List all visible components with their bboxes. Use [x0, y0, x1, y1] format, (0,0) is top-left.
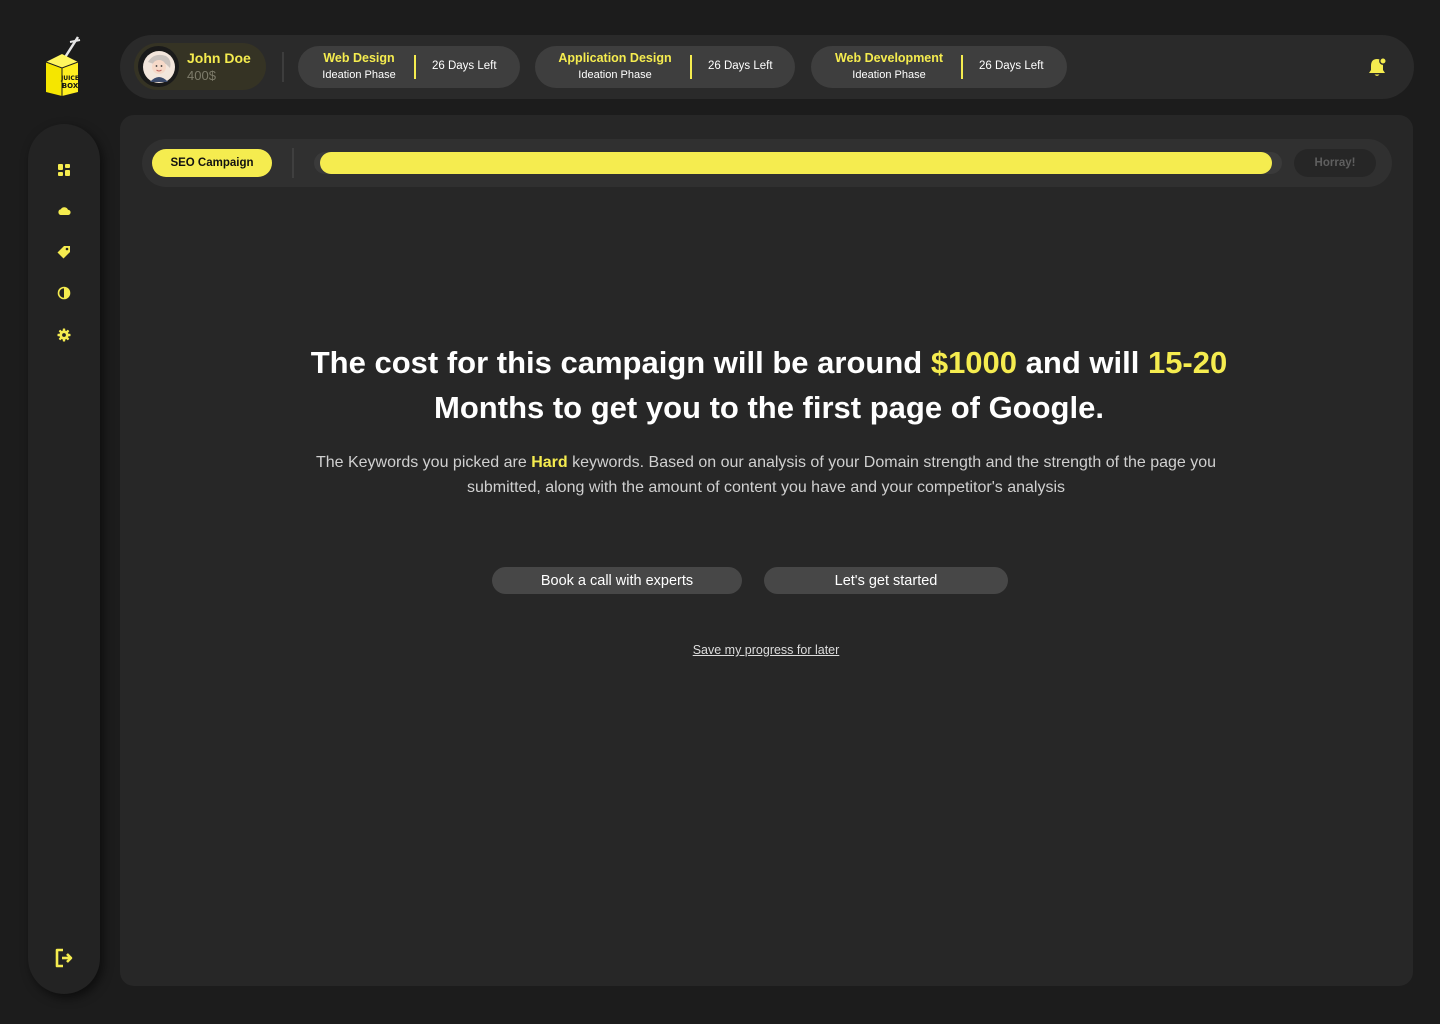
- gear-icon: [57, 328, 71, 342]
- project-title: Web Development: [834, 51, 944, 65]
- logout-button[interactable]: [52, 946, 76, 970]
- sidebar-item-theme[interactable]: [56, 285, 72, 301]
- analysis-description: The Keywords you picked are Hard keyword…: [300, 450, 1232, 500]
- sidebar-item-settings[interactable]: [56, 327, 72, 343]
- project-pill-application-design[interactable]: Application Design Ideation Phase 26 Day…: [535, 46, 795, 88]
- step-badge-seo-campaign[interactable]: SEO Campaign: [152, 149, 272, 177]
- keyword-difficulty: Hard: [531, 454, 568, 471]
- project-days-left: 26 Days Left: [708, 60, 773, 72]
- book-call-button[interactable]: Book a call with experts: [492, 567, 742, 594]
- topbar-divider: [282, 52, 284, 82]
- project-separator: [690, 55, 692, 79]
- headline-text: The cost for this campaign will be aroun…: [310, 345, 931, 380]
- project-pill-web-design[interactable]: Web Design Ideation Phase 26 Days Left: [298, 46, 520, 88]
- headline-text: Months to get you to the first page of G…: [434, 390, 1104, 425]
- sidebar: [28, 124, 100, 994]
- tag-icon: [57, 246, 70, 259]
- cloud-icon: [58, 207, 71, 215]
- project-phase: Ideation Phase: [578, 69, 652, 81]
- project-days-left: 26 Days Left: [432, 60, 497, 72]
- sidebar-item-tags[interactable]: [56, 244, 72, 260]
- dashboard-icon: [58, 164, 70, 176]
- project-pill-web-development[interactable]: Web Development Ideation Phase 26 Days L…: [811, 46, 1067, 88]
- campaign-progress: SEO Campaign Horray!: [142, 139, 1392, 187]
- sidebar-item-dashboard[interactable]: [56, 162, 72, 178]
- project-phase: Ideation Phase: [322, 69, 396, 81]
- logo-text-box: BOX: [62, 82, 79, 90]
- contrast-icon: [57, 286, 71, 300]
- avatar: [138, 46, 179, 87]
- progress-separator: [292, 148, 294, 178]
- description-text: keywords. Based on our analysis of your …: [466, 454, 1217, 496]
- progress-fill: [320, 152, 1272, 174]
- get-started-button[interactable]: Let's get started: [764, 567, 1008, 594]
- description-text: The Keywords you picked are: [315, 454, 532, 471]
- main-panel: SEO Campaign Horray! The cost for this c…: [120, 115, 1413, 986]
- project-title: Application Design: [558, 51, 672, 65]
- progress-track: [314, 152, 1282, 174]
- notification-bell-icon[interactable]: [1366, 56, 1388, 78]
- logout-icon: [55, 948, 73, 968]
- logo-text-juice: JUICE: [60, 75, 79, 82]
- headline-text: and will: [1017, 345, 1148, 380]
- cost-headline: The cost for this campaign will be aroun…: [260, 340, 1278, 430]
- project-phase: Ideation Phase: [852, 69, 926, 81]
- save-progress-link[interactable]: Save my progress for later: [666, 643, 866, 657]
- project-days-left: 26 Days Left: [979, 60, 1044, 72]
- user-profile[interactable]: John Doe 400$: [134, 43, 266, 90]
- juice-box-logo[interactable]: JUICE BOX: [40, 36, 84, 98]
- sidebar-item-cloud[interactable]: [56, 203, 72, 219]
- top-bar: John Doe 400$ Web Design Ideation Phase …: [120, 35, 1414, 99]
- user-balance: 400$: [187, 68, 216, 83]
- step-badge-horray: Horray!: [1294, 149, 1376, 177]
- project-title: Web Design: [323, 51, 395, 65]
- project-separator: [961, 55, 963, 79]
- campaign-duration: 15-20: [1147, 345, 1228, 380]
- campaign-cost: $1000: [930, 345, 1018, 380]
- user-name: John Doe: [187, 50, 251, 66]
- project-separator: [414, 55, 416, 79]
